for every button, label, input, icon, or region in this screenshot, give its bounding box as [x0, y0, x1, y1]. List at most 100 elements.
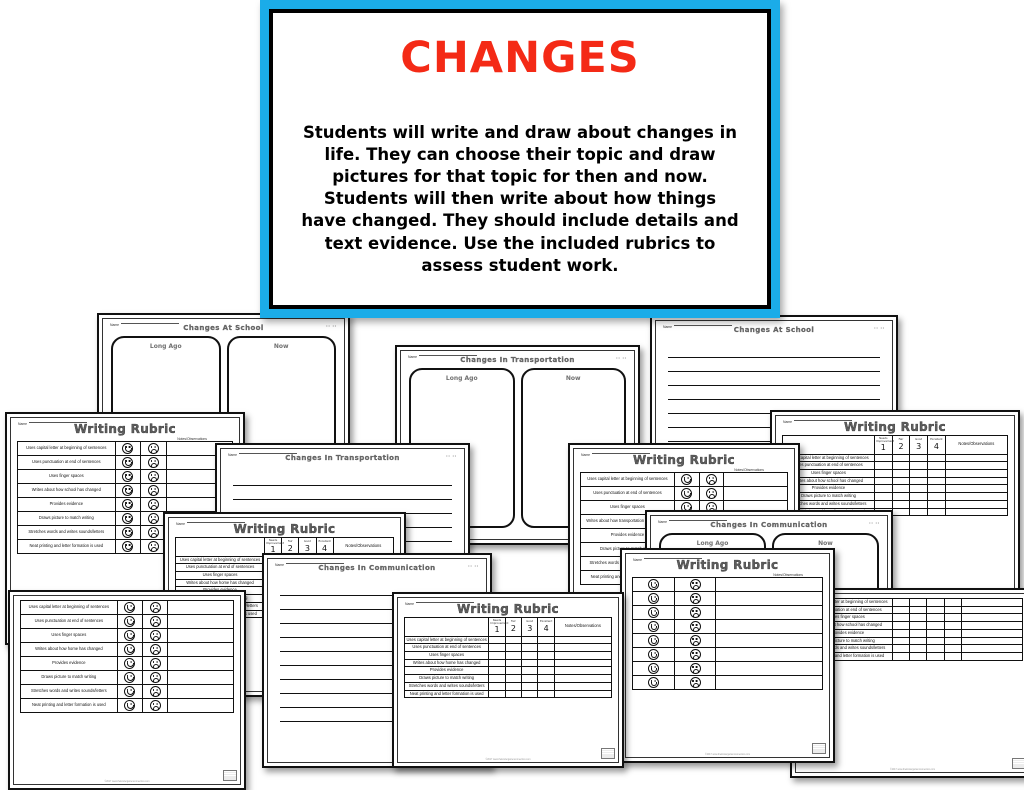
score-cell-4[interactable]: [537, 658, 555, 668]
rubric-home-faces-bottom[interactable]: Uses capital letter at beginning of sent…: [8, 590, 246, 790]
smiley-face-cell[interactable]: [116, 684, 144, 699]
score-cell-4[interactable]: [927, 476, 946, 486]
score-cell-2[interactable]: [909, 598, 928, 607]
notes-cell[interactable]: [553, 689, 613, 699]
score-cell-2[interactable]: [891, 492, 911, 501]
notes-cell[interactable]: [553, 643, 613, 652]
score-cell-3[interactable]: [521, 635, 539, 645]
notes-cell[interactable]: [944, 469, 1009, 478]
smiley-face-cell[interactable]: [632, 591, 675, 606]
notes-cell[interactable]: [944, 484, 1009, 494]
score-cell-1[interactable]: [891, 636, 911, 646]
score-cell-2[interactable]: [909, 605, 928, 615]
frowny-face-cell[interactable]: [673, 605, 717, 620]
score-cell-2[interactable]: [504, 666, 523, 676]
score-cell-2[interactable]: [891, 499, 911, 509]
notes-cell[interactable]: [961, 628, 1023, 638]
score-cell-3[interactable]: [909, 476, 929, 486]
smiley-face-cell[interactable]: [673, 486, 700, 501]
score-cell-2[interactable]: [909, 621, 928, 630]
frowny-face-cell[interactable]: [142, 698, 169, 713]
notes-cell[interactable]: [167, 656, 234, 671]
score-cell-4[interactable]: [537, 635, 555, 645]
score-cell-3[interactable]: [926, 644, 945, 653]
score-cell-4[interactable]: [943, 628, 963, 638]
notes-cell[interactable]: [715, 577, 823, 592]
notes-cell[interactable]: [961, 651, 1023, 661]
frowny-face-cell[interactable]: [142, 670, 169, 685]
score-cell-1[interactable]: [891, 628, 911, 638]
smiley-face-cell[interactable]: [114, 483, 142, 498]
smiley-face-cell[interactable]: [116, 670, 144, 685]
score-cell-1[interactable]: [488, 689, 506, 699]
notes-cell[interactable]: [944, 461, 1009, 470]
name-field[interactable]: Name: [408, 355, 478, 359]
rubric-table[interactable]: Needs Improvement 1 Fair 2 Good 3 Excellent 4 No…: [782, 435, 1009, 517]
notes-cell[interactable]: [944, 499, 1009, 509]
smiley-face-cell[interactable]: [116, 642, 144, 657]
smiley-face-cell[interactable]: [632, 633, 675, 648]
score-cell-1[interactable]: [891, 613, 911, 623]
score-cell-1[interactable]: [873, 453, 893, 463]
smiley-face-cell[interactable]: [632, 675, 675, 690]
rubric-table[interactable]: Needs Improvement 1 Fair 2 Good 3 Excellent 4 No…: [403, 617, 613, 699]
rubric-table[interactable]: Uses capital letter at beginning of sent…: [20, 600, 234, 713]
score-cell-3[interactable]: [926, 621, 945, 630]
notes-cell[interactable]: [715, 675, 823, 690]
score-cell-4[interactable]: [927, 461, 946, 470]
notes-cell[interactable]: [553, 674, 613, 683]
notes-cell[interactable]: [961, 636, 1023, 646]
name-field[interactable]: Name: [275, 563, 345, 567]
smiley-face-cell[interactable]: [114, 511, 142, 526]
smiley-face-cell[interactable]: [114, 497, 142, 512]
smiley-face-cell[interactable]: [673, 472, 700, 487]
score-cell-1[interactable]: [488, 681, 506, 691]
score-cell-3[interactable]: [909, 499, 929, 509]
frowny-face-cell[interactable]: [673, 619, 717, 634]
writing-line[interactable]: [668, 372, 880, 386]
writing-line[interactable]: [233, 486, 452, 500]
name-field[interactable]: Name: [633, 558, 703, 562]
smiley-face-cell[interactable]: [114, 441, 142, 456]
notes-cell[interactable]: [715, 633, 823, 648]
smiley-face-cell[interactable]: [632, 647, 675, 662]
smiley-face-cell[interactable]: [632, 577, 675, 592]
scale-number-2[interactable]: Fair 2: [891, 435, 911, 455]
score-cell-2[interactable]: [504, 643, 523, 652]
score-cell-3[interactable]: [909, 453, 929, 463]
score-cell-2[interactable]: [504, 658, 523, 668]
frowny-face-cell[interactable]: [140, 483, 167, 498]
score-cell-2[interactable]: [891, 453, 911, 463]
score-cell-3[interactable]: [909, 507, 929, 517]
score-cell-3[interactable]: [521, 658, 539, 668]
notes-cell[interactable]: [553, 651, 613, 660]
rubric-faces-bottom-right[interactable]: Name Writing Rubric Notes/Observations ©…: [620, 548, 835, 763]
frowny-face-cell[interactable]: [140, 441, 167, 456]
notes-cell[interactable]: [944, 492, 1009, 501]
score-cell-3[interactable]: [909, 484, 929, 494]
notes-cell[interactable]: [944, 507, 1009, 517]
score-cell-1[interactable]: [488, 651, 506, 660]
frowny-face-cell[interactable]: [142, 628, 169, 643]
writing-line[interactable]: [668, 358, 880, 372]
notes-cell[interactable]: [553, 658, 613, 668]
score-cell-2[interactable]: [504, 689, 523, 699]
smiley-face-cell[interactable]: [114, 455, 142, 470]
score-cell-4[interactable]: [537, 643, 555, 652]
frowny-face-cell[interactable]: [142, 614, 169, 629]
score-cell-4[interactable]: [537, 681, 555, 691]
score-cell-2[interactable]: [909, 651, 928, 661]
score-cell-4[interactable]: [927, 507, 946, 517]
score-cell-3[interactable]: [926, 636, 945, 646]
score-cell-2[interactable]: [891, 476, 911, 486]
notes-cell[interactable]: [167, 698, 234, 713]
frowny-face-cell[interactable]: [140, 497, 167, 512]
score-cell-1[interactable]: [488, 643, 506, 652]
name-field[interactable]: Name: [405, 602, 475, 606]
score-cell-2[interactable]: [891, 484, 911, 494]
score-cell-2[interactable]: [909, 628, 928, 638]
scale-number-1[interactable]: Needs Improvement 1: [488, 617, 508, 637]
score-cell-2[interactable]: [909, 644, 928, 653]
score-cell-3[interactable]: [926, 613, 945, 623]
score-cell-3[interactable]: [926, 628, 945, 638]
